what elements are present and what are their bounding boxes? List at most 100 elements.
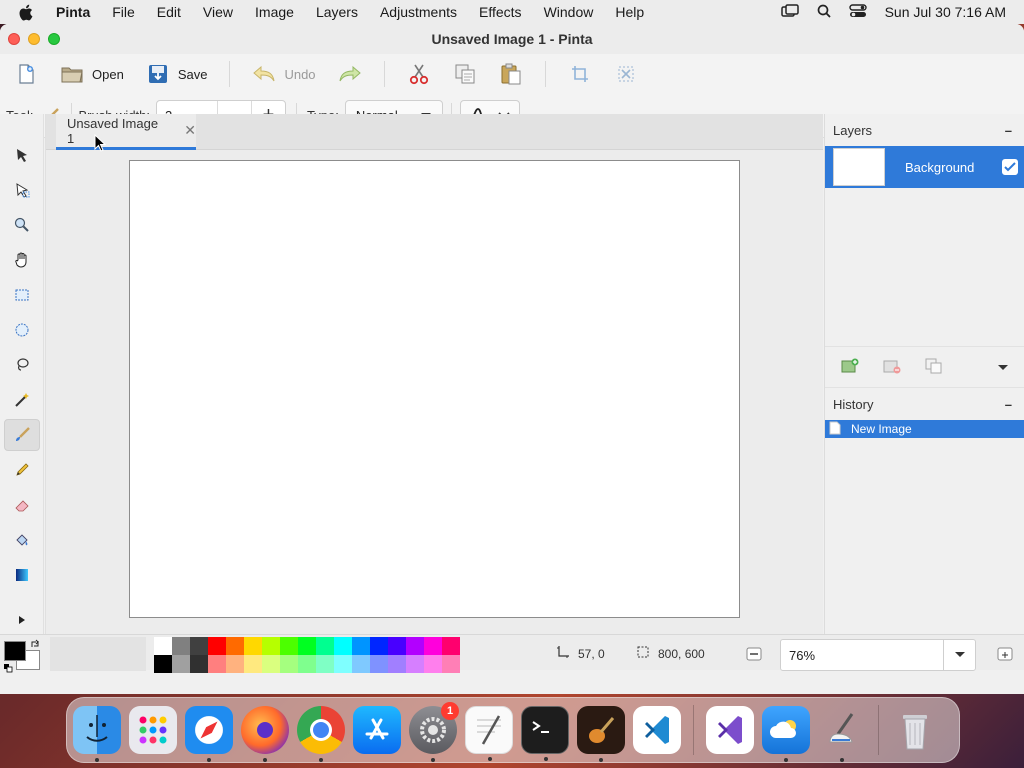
zoom-out-icon[interactable] <box>746 646 762 665</box>
dock-chrome[interactable] <box>297 706 345 762</box>
palette-swatch[interactable] <box>442 637 460 655</box>
palette-swatch[interactable] <box>262 655 280 673</box>
palette-swatch[interactable] <box>370 655 388 673</box>
crop-to-selection-button[interactable] <box>568 62 592 86</box>
paintbrush-tool[interactable] <box>4 419 40 451</box>
pan-tool[interactable] <box>4 244 40 276</box>
apple-icon[interactable] <box>18 4 40 21</box>
palette-swatch[interactable] <box>424 655 442 673</box>
layer-row[interactable]: Background <box>825 146 1024 188</box>
image-canvas[interactable] <box>129 160 740 618</box>
dock-app-store[interactable] <box>353 706 401 754</box>
palette-swatch[interactable] <box>262 637 280 655</box>
zoom-combo[interactable]: 76% <box>780 639 976 671</box>
palette-swatch[interactable] <box>244 637 262 655</box>
move-selection-tool[interactable] <box>4 174 40 206</box>
menu-image[interactable]: Image <box>255 4 294 20</box>
close-tab-icon[interactable]: ✕ <box>184 122 196 139</box>
palette-swatch[interactable] <box>226 655 244 673</box>
dock-terminal[interactable] <box>521 706 569 761</box>
menu-adjustments[interactable]: Adjustments <box>380 4 457 20</box>
dock-finder[interactable] <box>73 706 121 762</box>
layer-menu-icon[interactable] <box>997 360 1009 375</box>
undo-button[interactable]: Undo <box>252 62 316 86</box>
dock-vscode[interactable] <box>633 706 681 754</box>
menu-app-name[interactable]: Pinta <box>56 4 90 20</box>
palette-swatch[interactable] <box>244 655 262 673</box>
menu-view[interactable]: View <box>203 4 233 20</box>
primary-color-swatch[interactable] <box>4 641 26 661</box>
palette-swatch[interactable] <box>388 637 406 655</box>
dock-safari[interactable] <box>185 706 233 762</box>
palette-swatch[interactable] <box>190 655 208 673</box>
new-image-button[interactable] <box>14 62 38 86</box>
document-tab[interactable]: Unsaved Image 1 ✕ <box>56 114 196 150</box>
palette-swatch[interactable] <box>280 637 298 655</box>
deselect-button[interactable] <box>614 62 638 86</box>
spotlight-search-icon[interactable] <box>817 4 831 21</box>
menu-window[interactable]: Window <box>544 4 594 20</box>
palette-swatch[interactable] <box>442 655 460 673</box>
collapse-history-button[interactable]: – <box>1005 397 1012 412</box>
palette-swatch[interactable] <box>406 655 424 673</box>
ellipse-select-tool[interactable] <box>4 314 40 346</box>
palette-swatch[interactable] <box>208 655 226 673</box>
palette-swatch[interactable] <box>370 637 388 655</box>
palette-swatch[interactable] <box>334 655 352 673</box>
rectangle-select-tool[interactable] <box>4 279 40 311</box>
dock-garageband[interactable] <box>577 706 625 762</box>
gradient-tool[interactable] <box>4 559 40 591</box>
paste-button[interactable] <box>499 62 523 86</box>
menu-help[interactable]: Help <box>615 4 644 20</box>
palette-swatch[interactable] <box>424 637 442 655</box>
palette-swatch[interactable] <box>190 637 208 655</box>
add-layer-icon[interactable] <box>841 358 859 377</box>
zoom-fit-icon[interactable] <box>997 646 1013 665</box>
palette-swatch[interactable] <box>316 637 334 655</box>
cut-button[interactable] <box>407 62 431 86</box>
dock-textedit[interactable] <box>465 706 513 761</box>
palette-swatch[interactable] <box>388 655 406 673</box>
palette-swatch[interactable] <box>316 655 334 673</box>
duplicate-layer-icon[interactable] <box>925 358 943 377</box>
palette-swatch[interactable] <box>298 637 316 655</box>
eraser-tool[interactable] <box>4 489 40 521</box>
delete-layer-icon[interactable] <box>883 358 901 377</box>
menu-layers[interactable]: Layers <box>316 4 358 20</box>
collapse-layers-button[interactable]: – <box>1005 123 1012 138</box>
history-item[interactable]: New Image <box>825 420 1024 438</box>
palette-swatch[interactable] <box>154 655 172 673</box>
dock-launchpad[interactable] <box>129 706 177 754</box>
menu-effects[interactable]: Effects <box>479 4 522 20</box>
zoom-tool[interactable] <box>4 209 40 241</box>
pencil-tool[interactable] <box>4 454 40 486</box>
close-window-button[interactable] <box>8 33 20 45</box>
dock-visual-studio[interactable] <box>706 706 754 754</box>
palette-swatch[interactable] <box>352 655 370 673</box>
paint-bucket-tool[interactable] <box>4 524 40 556</box>
palette-swatch[interactable] <box>298 655 316 673</box>
palette-swatch[interactable] <box>154 637 172 655</box>
swap-colors-icon[interactable] <box>30 637 40 652</box>
menu-file[interactable]: File <box>112 4 135 20</box>
palette-swatch[interactable] <box>280 655 298 673</box>
copy-button[interactable] <box>453 62 477 86</box>
palette-swatch[interactable] <box>208 637 226 655</box>
layer-visibility-checkbox[interactable] <box>1002 159 1018 175</box>
move-selected-tool[interactable] <box>4 139 40 171</box>
screen-mirroring-icon[interactable] <box>780 3 799 21</box>
palette-swatch[interactable] <box>334 637 352 655</box>
palette-swatch[interactable] <box>172 637 190 655</box>
menu-edit[interactable]: Edit <box>157 4 181 20</box>
minimize-window-button[interactable] <box>28 33 40 45</box>
redo-button[interactable] <box>338 62 362 86</box>
lasso-select-tool[interactable] <box>4 349 40 381</box>
dock-trash[interactable] <box>891 706 939 754</box>
open-button[interactable]: Open <box>60 62 124 86</box>
menubar-clock[interactable]: Sun Jul 30 7:16 AM <box>885 4 1006 20</box>
save-button[interactable]: Save <box>146 62 207 86</box>
control-center-icon[interactable] <box>848 3 867 21</box>
reset-colors-icon[interactable] <box>4 661 13 676</box>
palette-swatch[interactable] <box>352 637 370 655</box>
palette-swatch[interactable] <box>226 637 244 655</box>
